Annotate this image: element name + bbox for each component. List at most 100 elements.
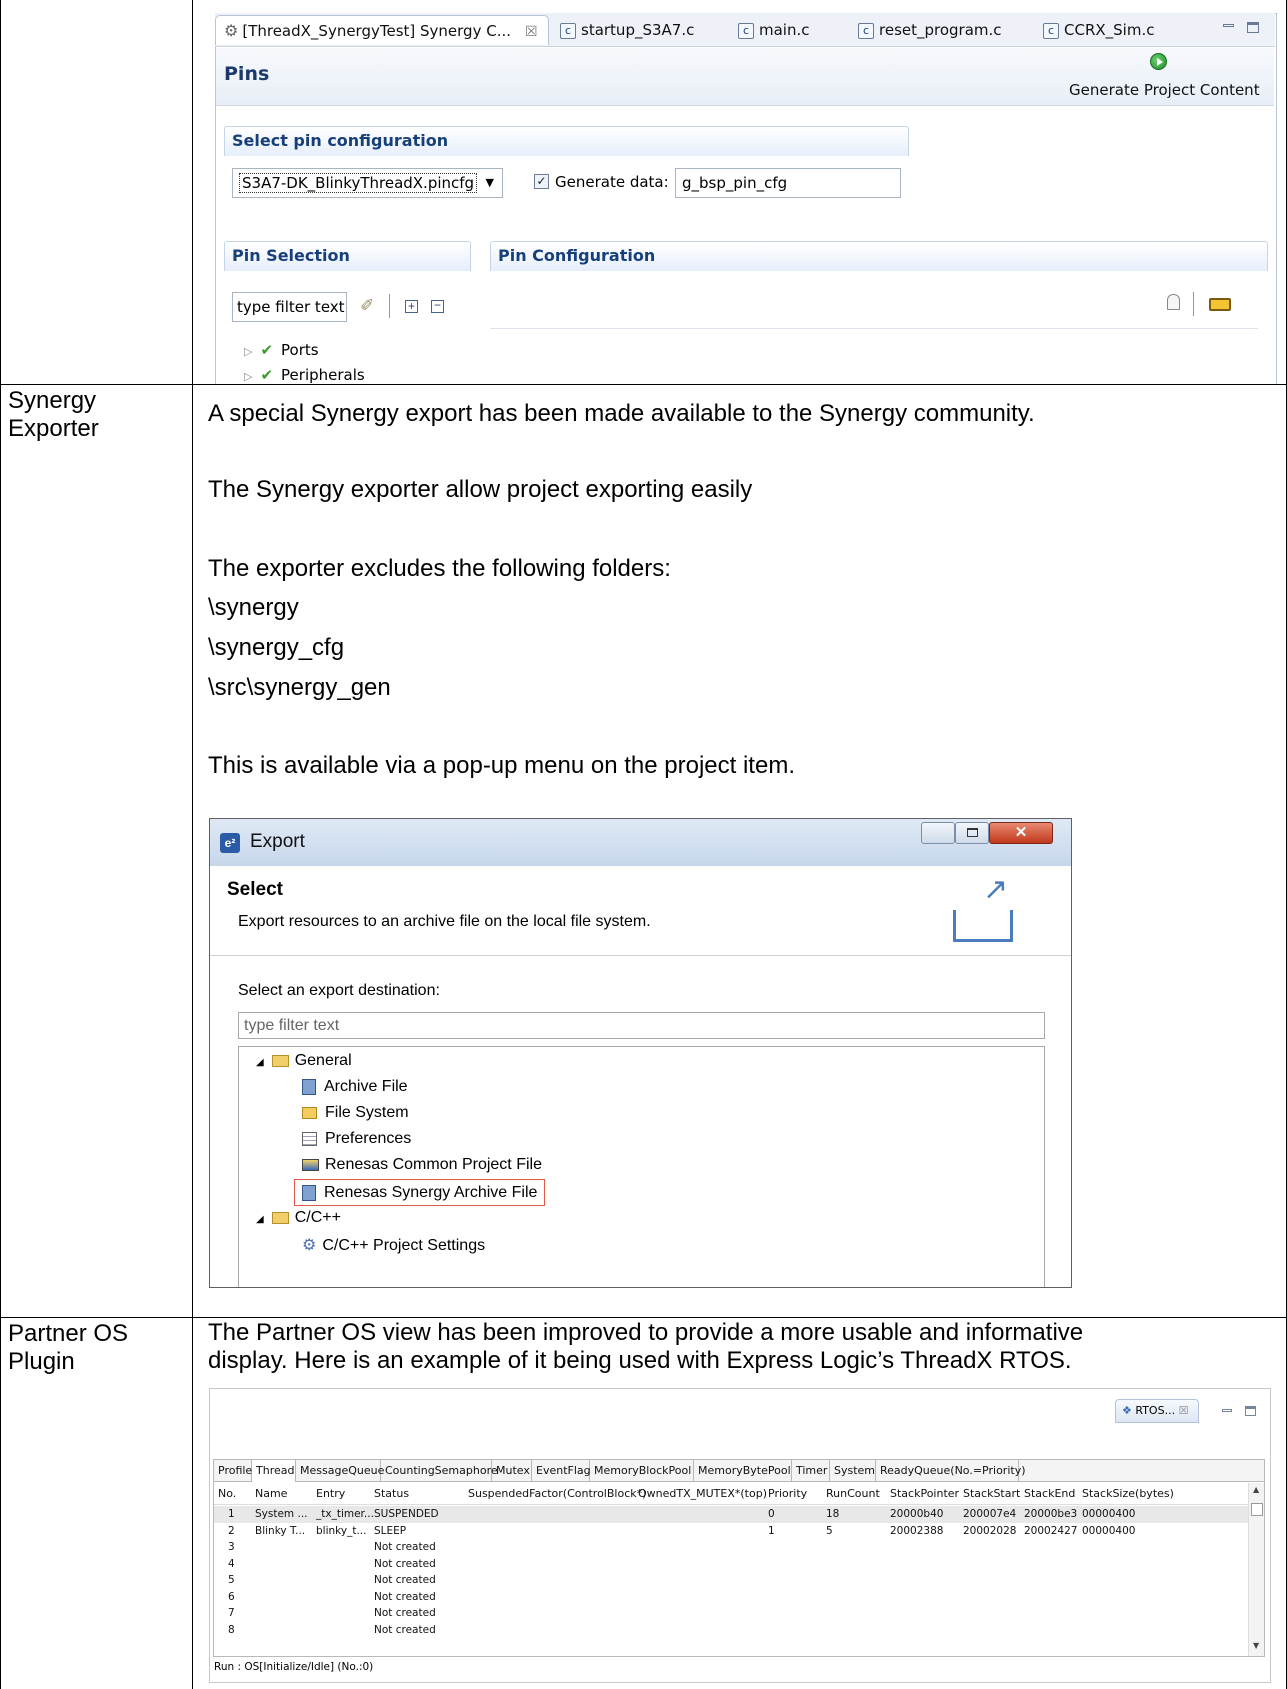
column-header[interactable]: StackSize(bytes) [1082,1487,1174,1500]
exporter-paragraph: The exporter excludes the following fold… [208,555,671,582]
dialog-close-button[interactable]: ✕ [989,822,1053,844]
lock-icon[interactable] [1167,294,1180,310]
maximize-icon[interactable] [1247,22,1259,33]
tab-main-c[interactable]: c main.c [738,15,810,45]
toolbar-bottom-line [490,328,1258,329]
minimize-icon[interactable] [1223,24,1234,27]
table-cell: 4 [228,1557,235,1570]
rtos-tab-thread[interactable]: Thread [252,1460,296,1482]
rtos-tab-mutex[interactable]: Mutex [492,1460,532,1482]
table-cell: 0 [768,1508,775,1520]
table-row[interactable]: 6 Not created [214,1589,1248,1606]
column-header[interactable]: OwnedTX_MUTEX*(top) [638,1487,767,1500]
tree-item-cpp-project-settings[interactable]: ⚙ C/C++ Project Settings [302,1235,485,1255]
filter-input[interactable]: type filter text [232,292,347,322]
generate-data-label: Generate data: [555,173,669,191]
table-row[interactable]: 2 Blinky T... blinky_t... SLEEP 1 5 20002388 20… [214,1523,1248,1540]
column-header[interactable]: Entry [316,1487,345,1500]
scroll-up-icon[interactable]: ▲ [1253,1485,1259,1494]
table-cell: System ... [255,1508,308,1520]
tree-item-peripherals[interactable]: ▷ ✔ Peripherals [244,366,365,384]
tree-item-preferences[interactable]: Preferences [302,1130,411,1148]
tab-synergy-configuration[interactable]: ⚙ [ThreadX_SynergyTest] Synergy C... ☒ [215,15,549,45]
generate-data-checkbox[interactable]: ✓ [534,174,549,189]
table-cell: Not created [374,1574,436,1586]
column-header[interactable]: StackPointer [890,1487,959,1500]
rtos-view-screenshot: ❖ RTOS... ☒ Profile Thread MessageQueue … [209,1388,1271,1683]
settings-icon: ⚙ [302,1237,317,1254]
rtos-view-tab[interactable]: ❖ RTOS... ☒ [1115,1399,1199,1423]
table-cell: 18 [826,1508,840,1520]
export-pin-icon[interactable] [1209,298,1231,311]
gear-icon: ⚙ [224,21,239,40]
rtos-tab-memorybytepool[interactable]: MemoryBytePool [694,1460,792,1482]
destination-filter-input[interactable]: type filter text [238,1012,1045,1039]
row-label-partner-os-plugin: Partner OS Plugin [8,1320,129,1375]
tab-reset-program-c[interactable]: c reset_program.c [858,15,1002,45]
generate-data-field[interactable]: g_bsp_pin_cfg [675,168,901,198]
table-row[interactable]: 7 Not created [214,1605,1248,1622]
pincfg-dropdown[interactable]: S3A7-DK_BlinkyThreadX.pincfg ▼ [232,168,503,198]
rtos-tab-readyqueue[interactable]: ReadyQueue(No.=Priority) [876,1460,1026,1482]
column-header[interactable]: Status [374,1487,409,1500]
export-arrow-icon: ↗ [983,873,1009,906]
tree-item-file-system[interactable]: File System [302,1104,409,1122]
table-row[interactable]: 5 Not created [214,1572,1248,1589]
rtos-tab-profile[interactable]: Profile [214,1460,252,1482]
tree-item-renesas-synergy-archive-file[interactable]: Renesas Synergy Archive File [294,1179,546,1206]
rtos-tab-messagequeue[interactable]: MessageQueue [296,1460,384,1482]
tree-item-renesas-common-project-file[interactable]: Renesas Common Project File [302,1156,542,1174]
rtos-tab-countingsemaphore[interactable]: CountingSemaphore [381,1460,498,1482]
folder-path: \src\synergy_gen [208,674,391,701]
tree-item-c-cpp[interactable]: ◢ C/C++ [256,1209,341,1227]
column-header[interactable]: RunCount [826,1487,880,1500]
table-column-divider [192,0,193,1689]
column-header[interactable]: StackStart [963,1487,1020,1500]
collapse-all-icon[interactable]: − [431,299,444,313]
table-cell: 00000400 [1082,1508,1136,1520]
dialog-minimize-button[interactable] [921,822,955,844]
dialog-maximize-button[interactable] [955,822,989,844]
column-header[interactable]: No. [218,1487,236,1500]
column-header[interactable]: StackEnd [1024,1487,1075,1500]
rtos-tab-eventflag[interactable]: EventFlag [532,1460,591,1482]
tree-item-ports[interactable]: ▷ ✔ Ports [244,341,319,359]
close-icon[interactable]: ☒ [525,24,538,40]
table-row[interactable]: 8 Not created [214,1622,1248,1639]
scroll-thumb[interactable] [1251,1503,1263,1516]
tree-item-archive-file[interactable]: Archive File [302,1078,408,1096]
minimize-icon[interactable] [1222,1409,1232,1412]
table-row[interactable]: 4 Not created [214,1556,1248,1573]
table-row-divider [0,1317,1287,1318]
column-header[interactable]: SuspendedFactor(ControlBlock*) [468,1487,646,1500]
scroll-down-icon[interactable]: ▼ [1253,1641,1259,1650]
rtos-tab-memoryblockpool[interactable]: MemoryBlockPool [590,1460,694,1482]
rtos-icon: ❖ [1122,1404,1132,1417]
generate-project-content-button[interactable]: Generate Project Content [1069,81,1260,99]
tab-startup-s3a7[interactable]: c startup_S3A7.c [560,15,694,45]
rtos-tab-timer[interactable]: Timer [792,1460,830,1482]
rtos-tab-system[interactable]: System [830,1460,876,1482]
generate-play-icon [1150,53,1167,70]
expand-all-icon[interactable]: + [405,300,418,313]
table-row-divider [0,384,1287,385]
toolbar-separator [389,294,390,318]
table-row[interactable]: 1 System ... _tx_timer... SUSPENDED 0 18 20000… [214,1506,1248,1523]
column-header[interactable]: Priority [768,1487,807,1500]
table-row[interactable]: 3 Not created [214,1539,1248,1556]
table-scrollbar[interactable]: ▲ ▼ [1248,1483,1264,1656]
tree-item-general[interactable]: ◢ General [256,1052,352,1070]
maximize-icon[interactable] [1245,1406,1256,1416]
table-cell: Not created [374,1623,436,1636]
c-file-icon: c [858,22,874,39]
select-pin-configuration-header: Select pin configuration [224,126,909,156]
close-icon[interactable]: ☒ [1179,1404,1189,1417]
clear-filter-icon[interactable]: ✐ [360,296,374,316]
expand-arrow-icon: ▷ [244,370,253,383]
table-cell: 00000400 [1082,1524,1136,1537]
column-header[interactable]: Name [255,1487,287,1500]
table-cell: SLEEP [374,1524,407,1537]
pin-selection-header: Pin Selection [224,241,471,271]
table-cell: Not created [374,1541,436,1553]
tab-ccrx-sim-c[interactable]: c CCRX_Sim.c [1043,15,1154,45]
